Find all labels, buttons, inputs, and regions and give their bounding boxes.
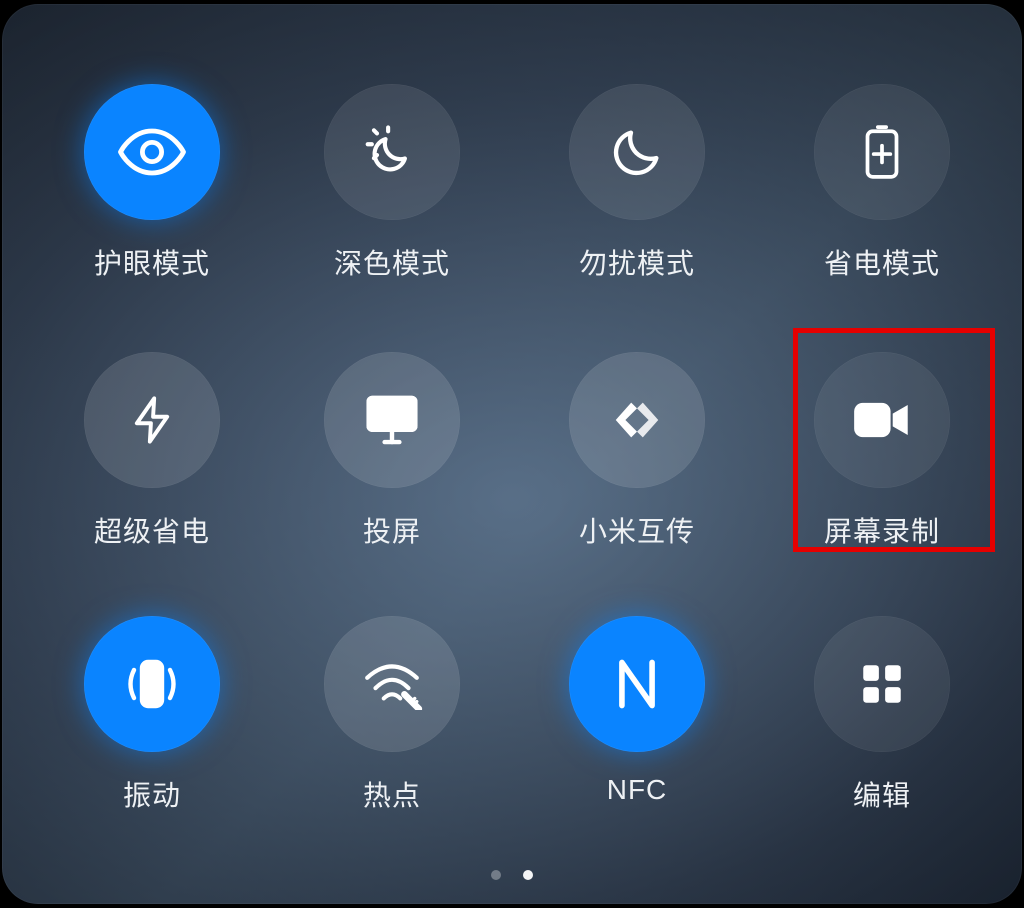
tile-label: 热点 xyxy=(363,774,421,814)
battery-plus-icon xyxy=(857,123,907,181)
hotspot-icon xyxy=(361,658,423,710)
tile-dark-mode[interactable]: 深色模式 xyxy=(267,84,517,282)
tile-label: NFC xyxy=(607,774,668,806)
tile-label: 超级省电 xyxy=(94,510,210,550)
moon-icon xyxy=(608,123,666,181)
page-indicator[interactable] xyxy=(2,870,1022,880)
tile-hotspot[interactable]: 热点 xyxy=(267,616,517,814)
page-dot[interactable] xyxy=(491,870,501,880)
tile-cast[interactable]: 投屏 xyxy=(267,352,517,550)
tile-nfc[interactable]: NFC xyxy=(512,616,762,806)
control-center-panel: 护眼模式 深色模式 xyxy=(2,4,1022,904)
tile-label: 小米互传 xyxy=(579,510,695,550)
tile-edit-circle xyxy=(814,616,950,752)
tile-eye-care[interactable]: 护眼模式 xyxy=(27,84,277,282)
tile-label: 深色模式 xyxy=(334,242,450,282)
mi-share-icon xyxy=(608,395,666,445)
tile-mi-share-circle xyxy=(569,352,705,488)
tile-cast-circle xyxy=(324,352,460,488)
nfc-icon xyxy=(611,656,663,712)
tile-nfc-circle xyxy=(569,616,705,752)
tile-mi-share[interactable]: 小米互传 xyxy=(512,352,762,550)
bolt-icon xyxy=(126,391,178,449)
eye-icon xyxy=(116,116,188,188)
tile-dark-mode-circle xyxy=(324,84,460,220)
tile-power-save[interactable]: 省电模式 xyxy=(757,84,1007,282)
tile-hotspot-circle xyxy=(324,616,460,752)
tile-edit[interactable]: 编辑 xyxy=(757,616,1007,814)
tile-label: 振动 xyxy=(123,774,181,814)
grid-squares-icon xyxy=(857,659,907,709)
tile-dnd-circle xyxy=(569,84,705,220)
tile-vibrate-circle xyxy=(84,616,220,752)
tile-dnd[interactable]: 勿扰模式 xyxy=(512,84,762,282)
tile-ultra-save[interactable]: 超级省电 xyxy=(27,352,277,550)
sun-moon-icon xyxy=(361,121,423,183)
tile-power-save-circle xyxy=(814,84,950,220)
annotation-highlight xyxy=(793,328,995,552)
page-dot-active[interactable] xyxy=(523,870,533,880)
tile-label: 勿扰模式 xyxy=(579,242,695,282)
tile-eye-care-circle xyxy=(84,84,220,220)
vibrate-icon xyxy=(120,656,184,712)
tile-label: 护眼模式 xyxy=(94,242,210,282)
monitor-icon xyxy=(362,393,422,447)
tile-label: 投屏 xyxy=(363,510,421,550)
tile-label: 省电模式 xyxy=(824,242,940,282)
tile-label: 编辑 xyxy=(853,774,911,814)
tile-vibrate[interactable]: 振动 xyxy=(27,616,277,814)
tile-ultra-save-circle xyxy=(84,352,220,488)
